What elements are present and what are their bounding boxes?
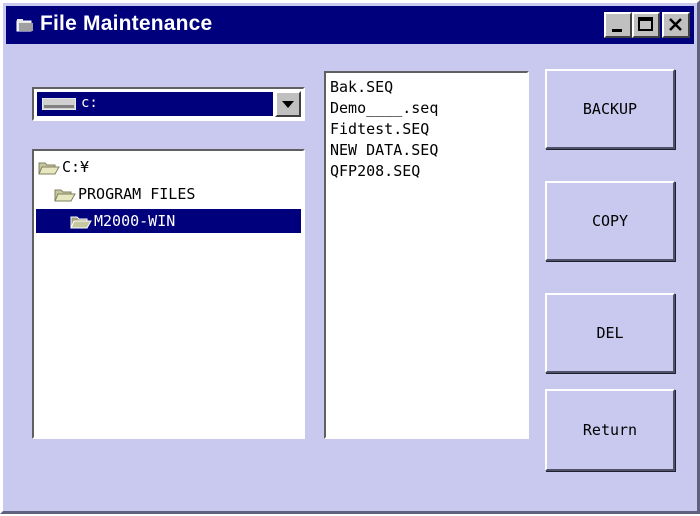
close-icon xyxy=(669,18,682,31)
drive-label: c: xyxy=(81,95,98,111)
file-maintenance-window: File Maintenance c: C:¥ PROGRAM FILES M2… xyxy=(0,0,700,514)
tree-node-m2000-win[interactable]: M2000-WIN xyxy=(36,209,301,233)
maximize-icon xyxy=(638,17,653,31)
minimize-icon xyxy=(612,29,622,32)
folder-app-icon xyxy=(16,19,33,32)
window-title: File Maintenance xyxy=(40,12,213,35)
chevron-down-icon xyxy=(282,101,294,108)
drive-icon xyxy=(42,98,76,110)
open-folder-icon xyxy=(54,189,76,201)
delete-button[interactable]: DEL xyxy=(545,293,675,373)
backup-button[interactable]: BACKUP xyxy=(545,69,675,149)
title-bar[interactable]: File Maintenance xyxy=(6,6,694,44)
folder-tree[interactable]: C:¥ PROGRAM FILES M2000-WIN xyxy=(32,149,305,439)
tree-node-root[interactable]: C:¥ xyxy=(38,155,89,179)
tree-node-program-files[interactable]: PROGRAM FILES xyxy=(54,182,195,206)
tree-node-label: C:¥ xyxy=(62,158,90,176)
file-list[interactable]: Bak.SEQ Demo____.seq Fidtest.SEQ NEW DAT… xyxy=(324,71,529,439)
open-folder-icon xyxy=(38,162,60,174)
close-button[interactable] xyxy=(662,12,690,38)
return-button[interactable]: Return xyxy=(545,389,675,471)
list-item[interactable]: QFP208.SEQ xyxy=(330,159,420,183)
dropdown-button[interactable] xyxy=(275,91,301,117)
open-folder-icon xyxy=(70,216,92,228)
minimize-button[interactable] xyxy=(604,12,632,38)
tree-node-label: M2000-WIN xyxy=(94,212,176,230)
copy-button[interactable]: COPY xyxy=(545,181,675,261)
maximize-button[interactable] xyxy=(632,12,660,38)
tree-node-label: PROGRAM FILES xyxy=(78,185,196,203)
drive-select[interactable]: c: xyxy=(32,87,305,121)
drive-select-value: c: xyxy=(37,92,273,116)
